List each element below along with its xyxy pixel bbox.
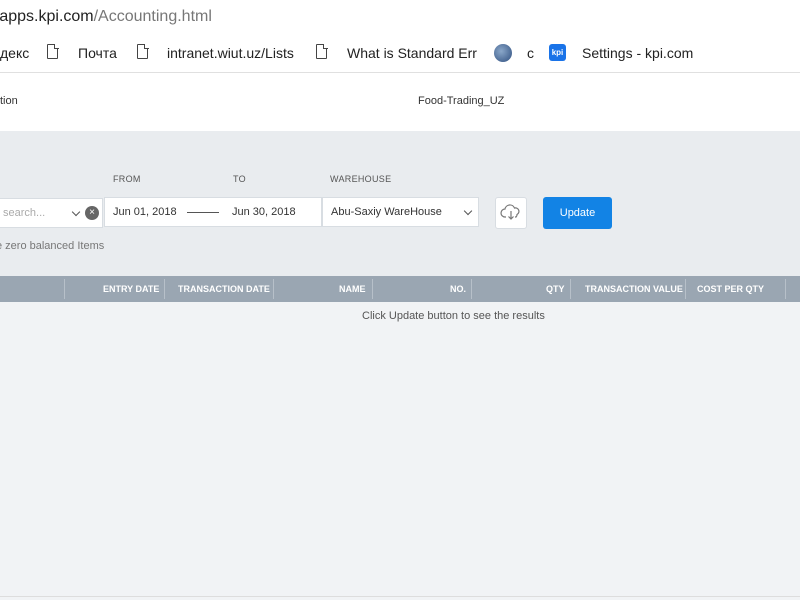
column-header-qty[interactable]: QTY: [546, 284, 565, 294]
cloud-download-icon: [500, 204, 520, 220]
column-header-transaction-date[interactable]: TRANSACTION DATE: [178, 284, 270, 294]
download-button[interactable]: [495, 197, 527, 229]
table-header: ENTRY DATE TRANSACTION DATE NAME NO. QTY…: [0, 276, 800, 302]
column-divider: [164, 279, 165, 299]
browser-address-bar[interactable]: ://apps.kpi.com/Accounting.html: [0, 0, 800, 37]
bookmark-yandex[interactable]: декс: [0, 45, 29, 61]
from-label: FROM: [113, 174, 141, 184]
page-title: tion: [0, 95, 18, 107]
url-path: /Accounting.html: [93, 8, 212, 25]
column-header-name[interactable]: NAME: [339, 284, 366, 294]
url-text[interactable]: ://apps.kpi.com/Accounting.html: [0, 8, 212, 26]
empty-results-message: Click Update button to see the results: [362, 310, 545, 322]
column-header-cost-per-qty[interactable]: COST PER QTY: [697, 284, 764, 294]
clear-icon[interactable]: ×: [85, 206, 99, 220]
column-divider: [273, 279, 274, 299]
from-date-field[interactable]: Jun 01, 2018: [113, 206, 177, 218]
warehouse-label: WAREHOUSE: [330, 174, 392, 184]
to-label: TO: [233, 174, 246, 184]
to-date-field[interactable]: Jun 30, 2018: [232, 206, 296, 218]
zero-balanced-label[interactable]: e zero balanced Items: [0, 240, 104, 252]
bookmark-pochta[interactable]: Почта: [78, 45, 117, 61]
bookmark-s[interactable]: с: [527, 45, 534, 61]
warehouse-value: Abu-Saxiy WareHouse: [331, 206, 442, 218]
column-header-transaction-value[interactable]: TRANSACTION VALUE: [585, 284, 683, 294]
bookmark-intranet[interactable]: intranet.wiut.uz/Lists: [167, 45, 298, 61]
page-bottom-divider: [0, 596, 800, 597]
date-range-picker[interactable]: Jun 01, 2018 Jun 30, 2018: [104, 197, 322, 227]
column-divider: [570, 279, 571, 299]
column-header-no[interactable]: NO.: [450, 284, 466, 294]
column-divider: [685, 279, 686, 299]
bookmark-standard-error[interactable]: What is Standard Err: [347, 45, 478, 61]
update-button[interactable]: Update: [543, 197, 612, 229]
chevron-down-icon[interactable]: [71, 207, 81, 217]
bookmarks-bar: декс Почта intranet.wiut.uz/Lists What i…: [0, 36, 800, 73]
page-icon: [316, 43, 328, 59]
date-range-divider: [187, 212, 219, 213]
column-divider: [372, 279, 373, 299]
app-header: tion Food-Trading_UZ: [0, 73, 800, 131]
chevron-down-icon[interactable]: [463, 206, 473, 216]
column-divider: [64, 279, 65, 299]
page-icon: [47, 43, 59, 59]
company-name[interactable]: Food-Trading_UZ: [418, 95, 504, 107]
column-divider: [785, 279, 786, 299]
column-divider: [471, 279, 472, 299]
bookmark-settings-kpi[interactable]: Settings - kpi.com: [582, 45, 693, 61]
url-host: apps.kpi.com: [0, 8, 94, 25]
globe-icon: [494, 44, 512, 62]
warehouse-select[interactable]: Abu-Saxiy WareHouse: [322, 197, 479, 227]
page-icon: [137, 43, 149, 59]
kpi-logo-icon: kpi: [549, 44, 566, 61]
column-header-entry-date[interactable]: ENTRY DATE: [103, 284, 159, 294]
search-placeholder: search...: [3, 207, 46, 219]
